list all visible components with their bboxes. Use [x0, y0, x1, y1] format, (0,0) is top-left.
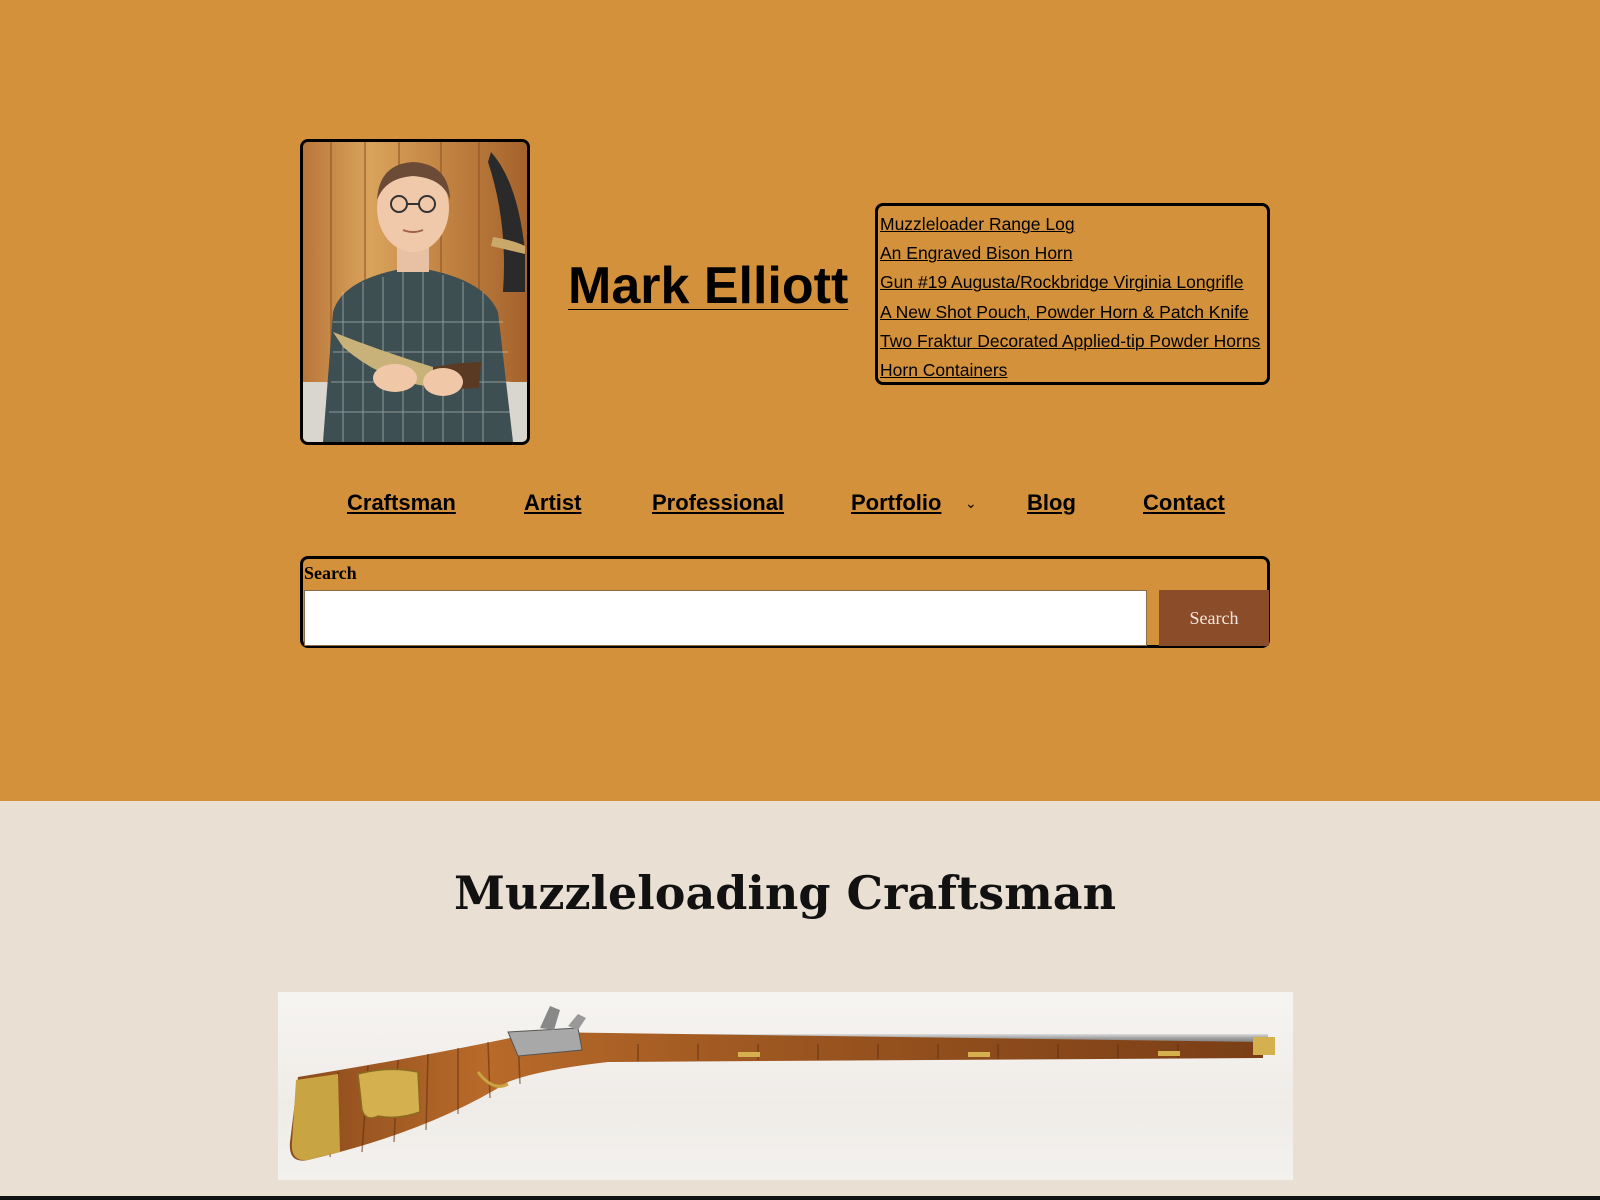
recent-post-link[interactable]: Gun #19 Augusta/Rockbridge Virginia Long…	[880, 268, 1267, 297]
page-title: Muzzleloading Craftsman	[453, 865, 1117, 920]
recent-post-link[interactable]: Two Fraktur Decorated Applied-tip Powder…	[880, 327, 1267, 356]
chevron-down-icon[interactable]: ⌄	[965, 485, 977, 521]
site-header: Mark Elliott Muzzleloader Range Log An E…	[0, 0, 1600, 801]
search-button[interactable]: Search	[1159, 590, 1269, 646]
recent-post-link[interactable]: An Engraved Bison Horn	[880, 239, 1267, 268]
recent-post-link[interactable]: Muzzleloader Range Log	[880, 210, 1267, 239]
primary-navigation: Craftsman Artist Professional Portfolio …	[0, 485, 1600, 521]
recent-post-link[interactable]: Horn Containers	[880, 356, 1267, 385]
bottom-edge	[0, 1196, 1600, 1200]
nav-item-blog[interactable]: Blog	[1027, 485, 1076, 521]
rifle-image	[278, 992, 1293, 1180]
nav-item-craftsman[interactable]: Craftsman	[347, 485, 456, 521]
nav-item-artist[interactable]: Artist	[524, 485, 581, 521]
nav-item-portfolio[interactable]: Portfolio	[851, 485, 941, 521]
search-input[interactable]	[304, 590, 1147, 646]
search-label: Search	[304, 563, 357, 583]
site-logo-portrait[interactable]	[300, 139, 530, 445]
longrifle-illustration	[289, 1006, 1275, 1161]
nav-item-contact[interactable]: Contact	[1143, 485, 1225, 521]
portrait-image	[303, 142, 527, 442]
recent-post-link[interactable]: A New Shot Pouch, Powder Horn & Patch Kn…	[880, 298, 1267, 327]
site-title[interactable]: Mark Elliott	[568, 260, 848, 312]
search-form: Search Search	[300, 556, 1270, 648]
recent-posts-list: Muzzleloader Range Log An Engraved Bison…	[875, 203, 1270, 385]
nav-item-professional[interactable]: Professional	[652, 485, 784, 521]
